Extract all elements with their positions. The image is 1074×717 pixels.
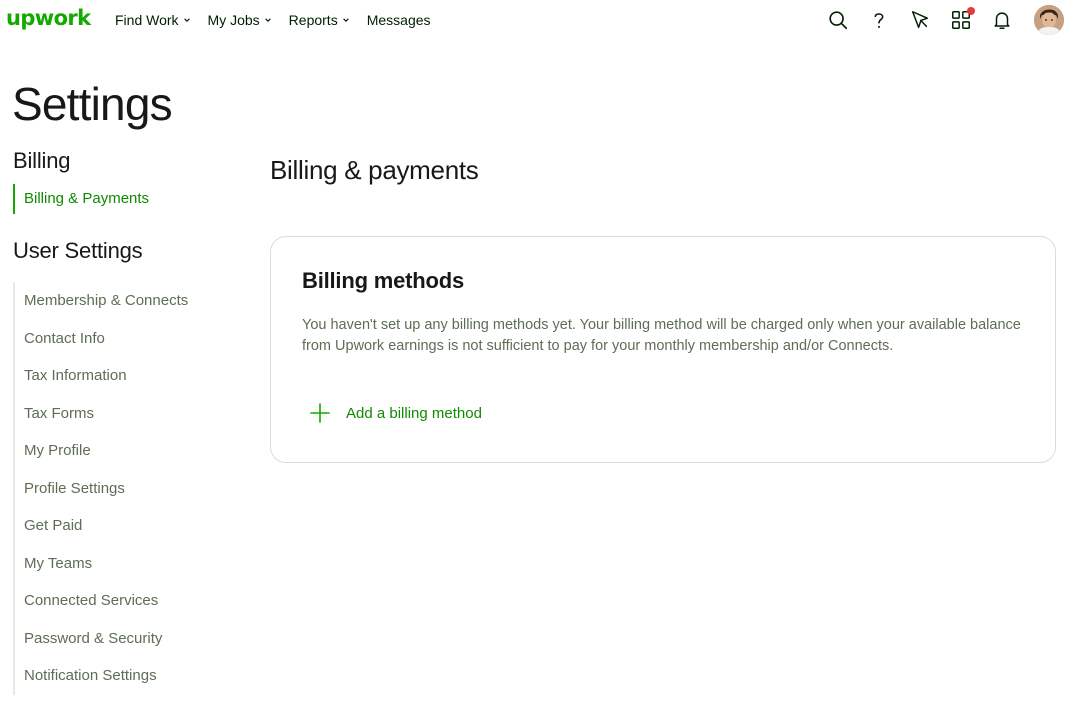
add-billing-method-label: Add a billing method: [346, 404, 482, 422]
sidebar-item-my-teams[interactable]: My Teams: [15, 545, 233, 583]
sidebar-item-billing-payments[interactable]: Billing & Payments: [13, 184, 233, 214]
plus-icon: [310, 403, 330, 423]
main-nav: Find Work My Jobs Reports Messages: [115, 12, 448, 28]
sidebar-heading-user-settings: User Settings: [13, 238, 143, 263]
nav-messages-label: Messages: [366, 12, 431, 28]
chevron-down-icon: [264, 18, 271, 22]
add-billing-method-button[interactable]: Add a billing method: [309, 402, 482, 424]
nav-find-work[interactable]: Find Work: [115, 12, 191, 28]
sidebar-item-profile-settings[interactable]: Profile Settings: [15, 470, 233, 508]
header-actions: [814, 0, 1074, 42]
page-title: Settings: [12, 78, 173, 130]
nav-find-work-label: Find Work: [115, 12, 179, 28]
apps-icon[interactable]: [950, 7, 975, 31]
sidebar-heading-billing: Billing: [13, 148, 71, 173]
sidebar-item-get-paid[interactable]: Get Paid: [15, 507, 233, 545]
chevron-down-icon: [183, 18, 190, 22]
nav-reports-label: Reports: [288, 12, 338, 28]
card-description: You haven't set up any billing methods y…: [302, 317, 1021, 354]
sidebar-item-contact-info[interactable]: Contact Info: [15, 320, 233, 358]
bell-icon[interactable]: [991, 9, 1013, 31]
nav-my-jobs[interactable]: My Jobs: [208, 12, 272, 28]
section-title: Billing & payments: [270, 155, 479, 185]
avatar[interactable]: [1034, 5, 1064, 35]
top-navigation: upwork Find Work My Jobs Reports Message…: [0, 0, 1074, 42]
nav-reports[interactable]: Reports: [289, 12, 350, 28]
sidebar-item-password-security[interactable]: Password & Security: [15, 620, 233, 658]
sidebar-item-tax-forms[interactable]: Tax Forms: [15, 395, 233, 433]
sidebar-item-connected-services[interactable]: Connected Services: [15, 582, 233, 620]
sidebar-item-tax-information[interactable]: Tax Information: [15, 357, 233, 395]
sidebar-item-notification-settings[interactable]: Notification Settings: [15, 657, 233, 695]
sidebar-item-membership-connects[interactable]: Membership & Connects: [15, 282, 233, 320]
upwork-logo[interactable]: upwork: [6, 6, 91, 30]
card-title: Billing methods: [302, 268, 465, 293]
sidebar-billing-list: Billing & Payments: [13, 184, 233, 214]
direct-contracts-icon[interactable]: [909, 9, 931, 31]
notification-dot: [967, 7, 975, 15]
settings-sidebar: Billing Billing & Payments User Settings…: [13, 148, 233, 695]
sidebar-item-my-profile[interactable]: My Profile: [15, 432, 233, 470]
sidebar-user-list: Membership & Connects Contact Info Tax I…: [13, 282, 233, 695]
chevron-down-icon: [342, 18, 349, 22]
search-icon[interactable]: [827, 9, 849, 31]
nav-my-jobs-label: My Jobs: [207, 12, 260, 28]
billing-methods-card: Billing methods You haven't set up any b…: [270, 236, 1056, 463]
nav-messages[interactable]: Messages: [367, 12, 431, 28]
help-icon[interactable]: [868, 9, 890, 31]
